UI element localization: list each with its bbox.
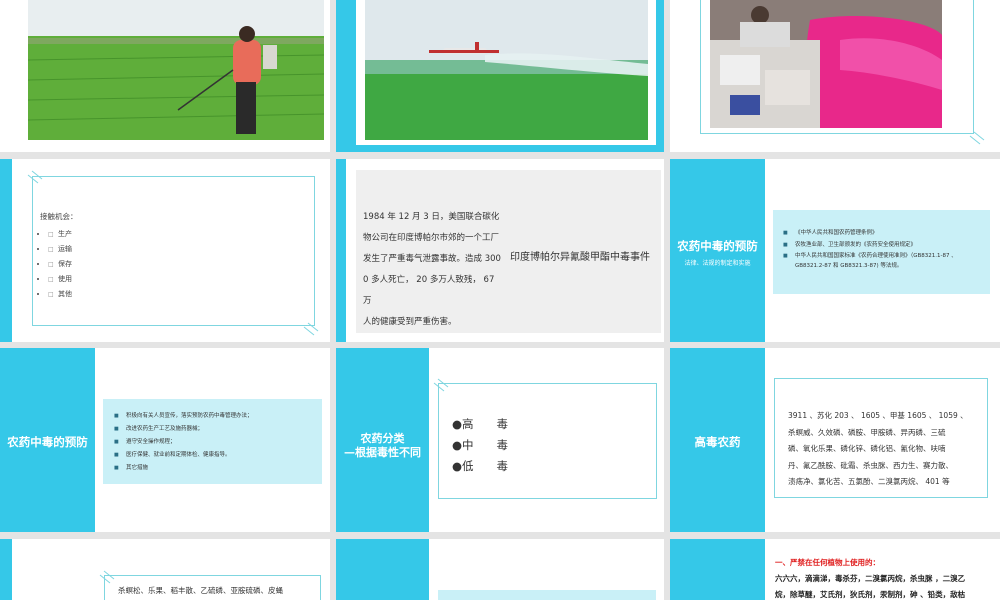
diagonal-lines-icon bbox=[26, 167, 44, 185]
slide-thumbnail-contact[interactable]: 接触机会： 生产 运输 保存 使用 其他 bbox=[0, 159, 330, 342]
list-item: 其他 bbox=[48, 287, 72, 302]
list-item: 《中华人民共和国农药管理条例》 bbox=[783, 227, 985, 239]
list-item: 积极向有关人员宣传，落实预防农药中毒管理办法； bbox=[114, 410, 319, 423]
diagonal-lines-icon bbox=[968, 128, 986, 146]
classification-title-line2: —根据毒性不同 bbox=[344, 446, 421, 459]
list-item: 农牧渔业部、卫生部颁发的《农药安全使用规定》 bbox=[783, 239, 985, 251]
prevention-title: 农药中毒的预防 bbox=[7, 435, 88, 449]
list-item: 保存 bbox=[48, 257, 72, 272]
diagonal-lines-icon bbox=[98, 567, 116, 585]
list-item: ●高 毒 bbox=[452, 417, 509, 431]
slide-thumbnail-row4-middle[interactable] bbox=[336, 539, 664, 600]
slide-thumbnail-classification[interactable]: 农药分类 —根据毒性不同 ●高 毒 ●中 毒 ●低 毒 bbox=[336, 348, 664, 532]
slide-thumbnail-bhopal[interactable]: 1984 年 12 月 3 日，美国联合碳化 物公司在印度博帕尔市郊的一个工厂 … bbox=[336, 159, 664, 342]
list-item: 生产 bbox=[48, 227, 72, 242]
slide-frame bbox=[700, 0, 974, 134]
slide-thumbnail-moderate-toxicity[interactable]: 杀螟松、乐果、稻丰散、乙硫磷、亚胺硫磷、皮蝇 bbox=[0, 539, 330, 600]
banned-line-1: 六六六，滴滴涕，毒杀芬，二溴氯丙烷，杀虫脒 ，二溴乙 bbox=[775, 574, 966, 583]
diagonal-lines-icon bbox=[432, 375, 450, 393]
list-item: 医疗保健、就业前和定期体检、健康指导。 bbox=[114, 449, 319, 462]
list-item: 改进农药生产工艺及施药器械； bbox=[114, 423, 319, 436]
diagonal-lines-icon bbox=[302, 319, 320, 337]
banned-heading: 一、严禁在任何植物上使用的： bbox=[775, 558, 880, 567]
slide-thumbnail-farmer[interactable] bbox=[0, 0, 330, 152]
bhopal-body: 1984 年 12 月 3 日，美国联合碳化 物公司在印度博帕尔市郊的一个工厂 … bbox=[363, 212, 501, 327]
bhopal-title: 印度博帕尔异氰酸甲酯中毒事件 bbox=[510, 252, 650, 263]
slide-thumbnail-pesticide-bags[interactable] bbox=[670, 0, 1000, 152]
contact-list: 生产 运输 保存 使用 其他 bbox=[48, 227, 72, 302]
slide-thumbnail-plane[interactable] bbox=[336, 0, 664, 152]
content-box bbox=[438, 590, 656, 600]
contact-heading: 接触机会： bbox=[40, 212, 78, 221]
list-item: 使用 bbox=[48, 272, 72, 287]
slide-thumbnail-laws[interactable]: 农药中毒的预防 法律、法规的制定和实施 《中华人民共和国农药管理条例》 农牧渔业… bbox=[670, 159, 1000, 342]
laws-list: 《中华人民共和国农药管理条例》 农牧渔业部、卫生部颁发的《农药安全使用规定》 中… bbox=[783, 227, 985, 271]
list-item: 中华人民共和国国家标准《农药合理使用准则》（GB8321.1-87 、GB832… bbox=[783, 251, 985, 271]
slide-frame bbox=[32, 176, 315, 326]
list-item: 运输 bbox=[48, 242, 72, 257]
banned-line-2: 烷，除草醚，艾氏剂，狄氏剂，汞制剂，砷 、铅类，敌枯 bbox=[775, 590, 966, 599]
laws-title: 农药中毒的预防 bbox=[677, 239, 758, 253]
slide-thumbnail-banned-pesticides[interactable]: 一、严禁在任何植物上使用的： 六六六，滴滴涕，毒杀芬，二溴氯丙烷，杀虫脒 ，二溴… bbox=[670, 539, 1000, 600]
laws-subtitle: 法律、法规的制定和实施 bbox=[684, 260, 751, 267]
slide-thumbnail-prevention[interactable]: 农药中毒的预防 积极向有关人员宣传，落实预防农药中毒管理办法； 改进农药生产工艺… bbox=[0, 348, 330, 532]
prevention-list: 积极向有关人员宣传，落实预防农药中毒管理办法； 改进农药生产工艺及施药器械； 遵… bbox=[114, 410, 319, 475]
list-item: 其它措施 bbox=[114, 462, 319, 475]
slide-thumbnail-high-toxicity[interactable]: 高毒农药 3911 、苏化 203 、 1605 、甲基 1605 、 1059… bbox=[670, 348, 1000, 532]
slide-sorter-grid: 接触机会： 生产 运输 保存 使用 其他 1984 年 12 月 3 日，美国联… bbox=[0, 0, 1000, 600]
crop-duster-plane-photo bbox=[365, 0, 648, 140]
moderate-toxicity-text: 杀螟松、乐果、稻丰散、乙硫磷、亚胺硫磷、皮蝇 bbox=[118, 586, 283, 595]
list-item: ●中 毒 bbox=[452, 438, 509, 452]
high-toxicity-title: 高毒农药 bbox=[694, 435, 741, 449]
high-toxicity-body: 3911 、苏化 203 、 1605 、甲基 1605 、 1059 、 杀螟… bbox=[788, 411, 968, 486]
list-item: ●低 毒 bbox=[452, 459, 509, 473]
farmer-spraying-field-photo bbox=[28, 0, 324, 140]
list-item: 遵守安全操作规程； bbox=[114, 436, 319, 449]
toxicity-list: ●高 毒 ●中 毒 ●低 毒 bbox=[452, 414, 508, 477]
